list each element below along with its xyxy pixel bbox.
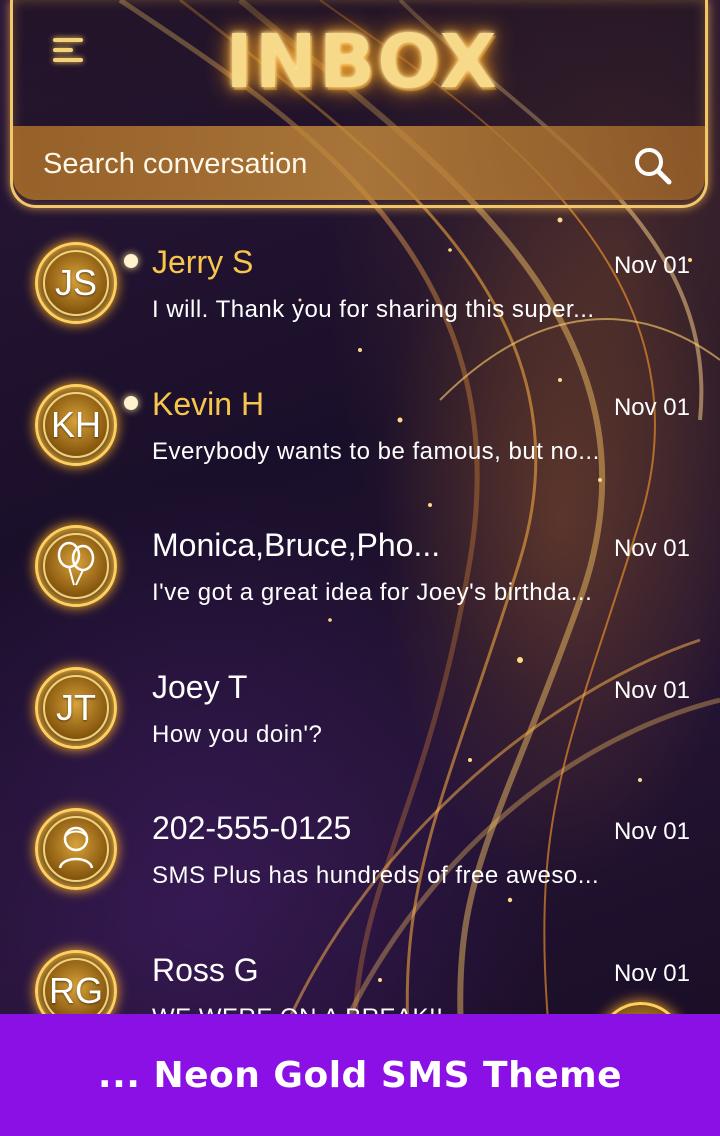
conversation-row[interactable]: JT Joey T Nov 01 How you doin'?: [0, 639, 720, 781]
avatar-initials: RG: [49, 969, 103, 1011]
avatar[interactable]: [35, 808, 117, 890]
contact-name: 202-555-0125: [152, 810, 352, 846]
balloons-icon: [54, 539, 98, 593]
contact-name: Kevin H: [152, 385, 265, 422]
unread-dot: [124, 254, 138, 268]
avatar-initials: KH: [50, 403, 101, 445]
message-date: Nov 01: [613, 959, 690, 987]
page-title: INBOX: [225, 19, 499, 105]
conversation-row[interactable]: KH Kevin H Nov 01 Everybody wants to be fam…: [0, 356, 720, 498]
message-date: Nov 01: [613, 818, 690, 845]
banner-text: ... Neon Gold SMS Theme: [97, 1054, 623, 1096]
message-date: Nov 01: [613, 676, 690, 704]
promo-banner: ... Neon Gold SMS Theme: [0, 1014, 720, 1136]
message-preview: I've got a great idea for Joey's birthda…: [152, 579, 593, 606]
message-date: Nov 01: [613, 393, 690, 421]
person-icon: [54, 822, 98, 876]
message-date: Nov 01: [613, 535, 690, 562]
conversation-row[interactable]: JS Jerry S Nov 01 I will. Thank you for sha…: [0, 214, 720, 356]
contact-name: Joey T: [152, 668, 248, 705]
search-bar[interactable]: Search conversation: [13, 126, 705, 200]
search-icon[interactable]: [631, 144, 672, 185]
avatar-initials: JT: [56, 686, 96, 728]
unread-dot: [124, 395, 138, 410]
contact-name: Ross G: [152, 951, 259, 988]
message-preview: How you doin'?: [152, 720, 323, 748]
message-preview: Everybody wants to be famous, but no...: [152, 437, 600, 465]
header: INBOX Search conversation: [10, 0, 708, 208]
message-preview: I will. Thank you for sharing this super…: [152, 296, 595, 323]
avatar-initials: JS: [54, 262, 97, 303]
avatar[interactable]: [35, 525, 117, 607]
conversation-row[interactable]: Monica,Bruce,Pho... Nov 01 I've got a grea…: [0, 497, 720, 639]
contact-name: Monica,Bruce,Pho...: [152, 527, 441, 563]
avatar[interactable]: JS: [35, 242, 117, 324]
message-date: Nov 01: [613, 252, 690, 279]
message-preview: SMS Plus has hundreds of free aweso...: [152, 862, 600, 889]
conversation-list: JS Jerry S Nov 01 I will. Thank you for sha…: [0, 214, 720, 1063]
contact-name: Jerry S: [152, 244, 254, 280]
avatar[interactable]: JT: [35, 666, 117, 749]
conversation-row[interactable]: 202-555-0125 Nov 01 SMS Plus has hundreds …: [0, 780, 720, 922]
search-input[interactable]: Search conversation: [43, 148, 307, 181]
avatar[interactable]: KH: [35, 383, 117, 466]
